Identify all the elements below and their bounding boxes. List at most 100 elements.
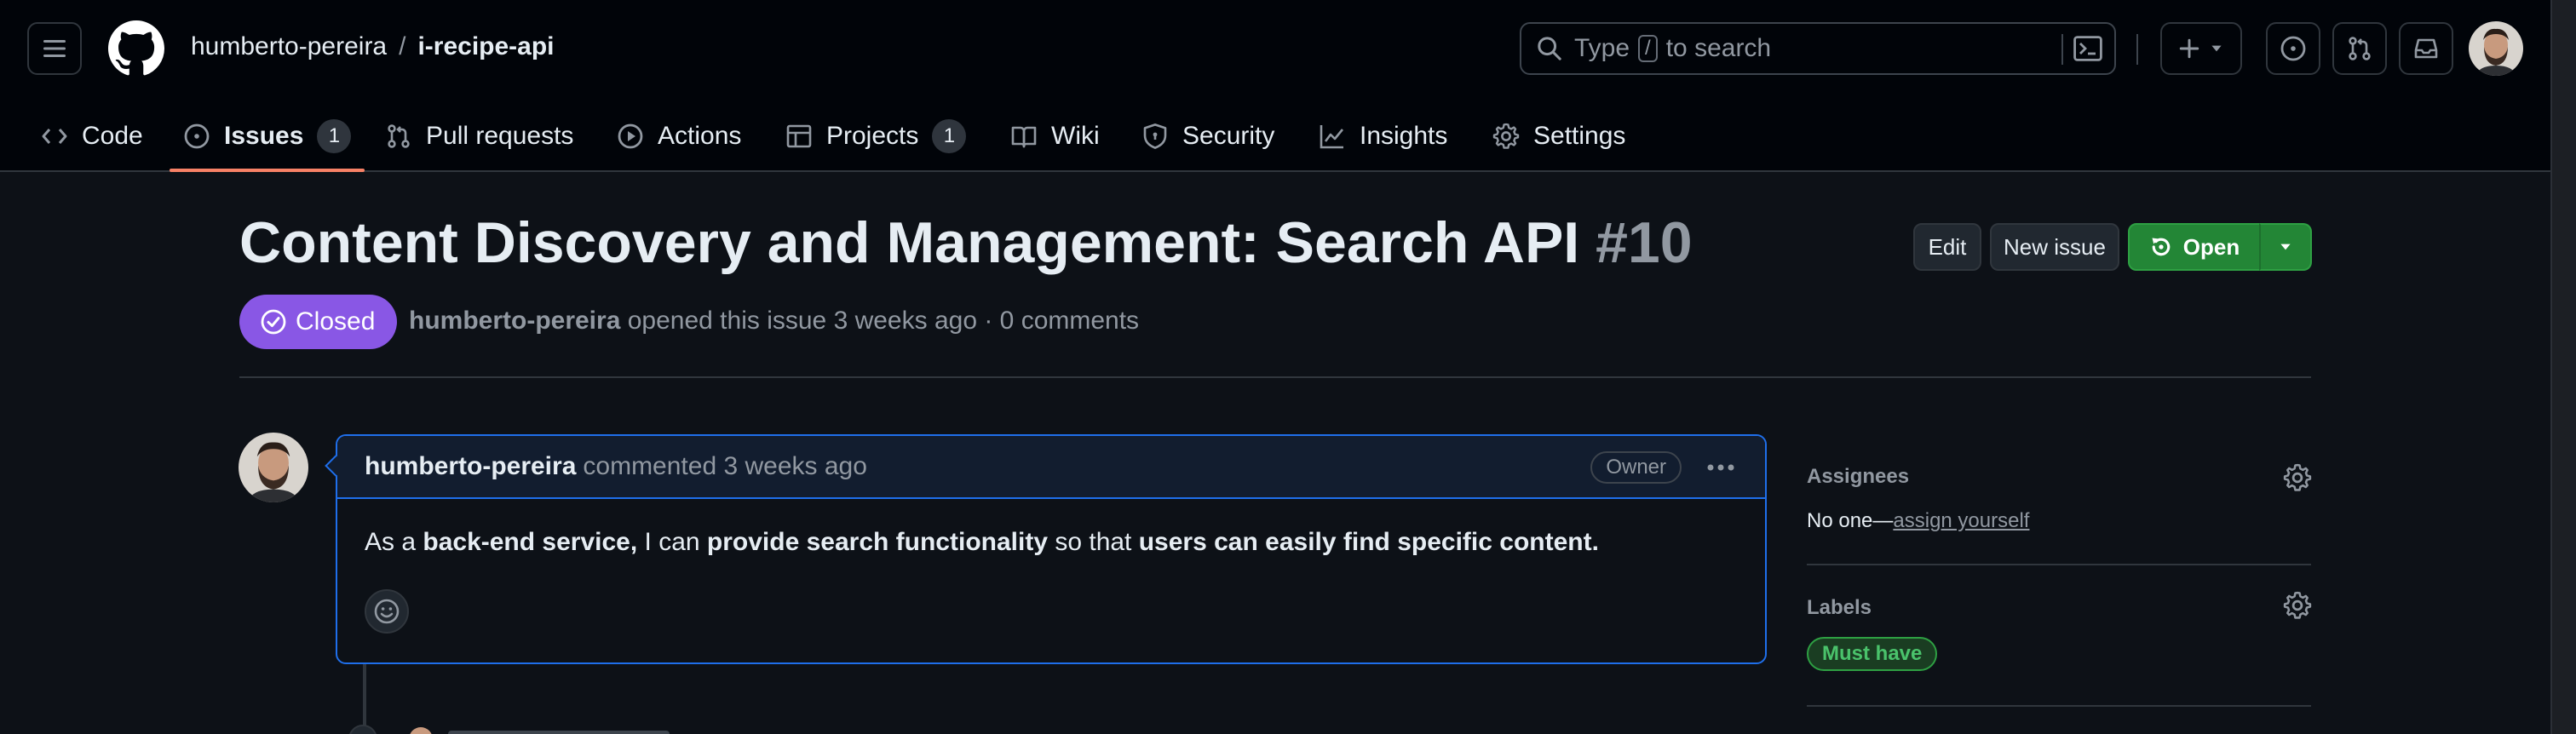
- issue-meta-text: opened this issue 3 weeks ago · 0 commen…: [627, 307, 1140, 335]
- comment-paragraph: As a back-end service, I can provide sea…: [365, 528, 1738, 557]
- top-bar: humberto-pereira / i-recipe-api Type / t…: [0, 0, 2550, 99]
- assignees-value: No one—assign yourself: [1807, 509, 2029, 533]
- tab-wiki[interactable]: Wiki: [1010, 100, 1100, 172]
- tab-security[interactable]: Security: [1141, 100, 1274, 172]
- repo-owner-link[interactable]: humberto-pereira: [191, 32, 387, 61]
- assignees-heading: Assignees: [1807, 465, 1910, 488]
- issue-title-text: Content Discovery and Management: Search…: [239, 210, 1580, 275]
- triangle-down-icon: [2280, 244, 2291, 250]
- tab-code-label: Code: [82, 122, 143, 150]
- search-shortcut-key: /: [1638, 35, 1658, 62]
- header-divider: [239, 376, 2311, 378]
- new-issue-button[interactable]: New issue: [1990, 223, 2119, 271]
- comment-body: As a back-end service, I can provide sea…: [337, 499, 1765, 557]
- triangle-down-icon: [2211, 45, 2222, 52]
- inbox-icon: [2414, 38, 2438, 59]
- comment-author-avatar[interactable]: [239, 433, 308, 502]
- comment-card: humberto-pereira commented 3 weeks ago O…: [336, 434, 1767, 664]
- edit-button[interactable]: Edit: [1913, 223, 1981, 271]
- tab-security-label: Security: [1182, 122, 1275, 150]
- comment-options-button[interactable]: [1704, 451, 1738, 484]
- tab-code[interactable]: Code: [41, 100, 143, 172]
- body-text-1: As a: [365, 528, 423, 556]
- user-avatar[interactable]: [2469, 21, 2523, 76]
- body-text-2: I can: [637, 528, 707, 556]
- body-bold-1: back-end service,: [423, 528, 638, 556]
- search-icon: [1538, 37, 1561, 60]
- shield-icon: [1143, 123, 1167, 149]
- hamburger-icon: [43, 40, 66, 57]
- plus-icon: [2179, 38, 2199, 59]
- tab-wiki-label: Wiki: [1051, 122, 1100, 150]
- breadcrumb: humberto-pereira / i-recipe-api: [191, 32, 555, 61]
- issue-closed-icon: [261, 309, 286, 335]
- git-pull-request-icon: [2349, 37, 2371, 60]
- body-text-3: so that: [1048, 528, 1139, 556]
- body-bold-2: provide search functionality: [706, 528, 1048, 556]
- issue-meta: humberto-pereira opened this issue 3 wee…: [409, 307, 1139, 335]
- issue-author-link[interactable]: humberto-pereira: [409, 307, 620, 335]
- tab-settings[interactable]: Settings: [1492, 100, 1625, 172]
- assign-yourself-link[interactable]: assign yourself: [1893, 509, 2029, 532]
- git-pull-request-icon: [388, 124, 410, 148]
- tab-projects-label: Projects: [826, 122, 919, 150]
- tab-settings-label: Settings: [1533, 122, 1626, 150]
- search-placeholder-prefix: Type: [1574, 34, 1630, 62]
- comment-header: humberto-pereira commented 3 weeks ago O…: [337, 436, 1765, 499]
- comment-author-link[interactable]: humberto-pereira: [365, 452, 576, 481]
- assignees-gear-icon[interactable]: [2283, 463, 2312, 492]
- play-icon: [618, 123, 643, 149]
- label-must-have[interactable]: Must have: [1807, 637, 1938, 671]
- comment-author-avatar-image: [239, 433, 308, 502]
- search-input[interactable]: Type / to search: [1520, 22, 2116, 75]
- breadcrumb-separator: /: [399, 32, 406, 60]
- repo-name-link[interactable]: i-recipe-api: [417, 32, 554, 61]
- issue-opened-icon: [2280, 36, 2306, 61]
- tab-insights-label: Insights: [1360, 122, 1448, 150]
- book-icon: [1011, 126, 1037, 148]
- labels-gear-icon[interactable]: [2283, 591, 2312, 620]
- tab-insights[interactable]: Insights: [1319, 100, 1447, 172]
- command-palette-icon[interactable]: [2073, 36, 2102, 61]
- sidebar-divider: [1807, 564, 2311, 565]
- app-header: humberto-pereira / i-recipe-api Type / t…: [0, 0, 2550, 172]
- comment-timestamp[interactable]: commented 3 weeks ago: [583, 452, 867, 481]
- toolbar-divider: [2136, 34, 2138, 65]
- tab-actions[interactable]: Actions: [617, 100, 741, 172]
- github-logo-icon[interactable]: [108, 20, 164, 77]
- issue-title: Content Discovery and Management: Search…: [239, 209, 1693, 276]
- labels-heading: Labels: [1807, 596, 1872, 619]
- assignees-none-text: No one—: [1807, 509, 1894, 532]
- projects-count-badge: 1: [932, 119, 967, 153]
- tab-issues[interactable]: Issues 1: [169, 100, 365, 172]
- add-reaction-button[interactable]: [365, 589, 409, 634]
- open-button-label: Open: [2182, 233, 2240, 260]
- pull-requests-shortcut-button[interactable]: [2332, 22, 2387, 75]
- inbox-button[interactable]: [2399, 22, 2453, 75]
- table-icon: [786, 124, 812, 148]
- user-avatar-image: [2469, 21, 2523, 76]
- open-button[interactable]: Open: [2128, 223, 2261, 271]
- smiley-icon: [374, 599, 400, 624]
- tab-projects[interactable]: Projects 1: [785, 100, 967, 172]
- open-dropdown-button[interactable]: [2259, 223, 2312, 271]
- search-placeholder-suffix: to search: [1665, 34, 1772, 62]
- repo-nav: Code Issues 1 Pull requests Actions Proj…: [0, 100, 2550, 172]
- tab-pull-requests-label: Pull requests: [426, 122, 574, 150]
- timeline-event-partial: [349, 725, 670, 734]
- search-divider: [2061, 34, 2063, 65]
- issue-reopened-icon: [2152, 238, 2171, 256]
- tab-actions-label: Actions: [658, 122, 742, 150]
- create-new-button[interactable]: [2160, 22, 2242, 75]
- page-scrollbar[interactable]: [2550, 0, 2576, 734]
- issue-opened-icon: [184, 123, 210, 149]
- tab-issues-label: Issues: [224, 122, 304, 150]
- issues-shortcut-button[interactable]: [2266, 22, 2320, 75]
- issue-state-label: Closed: [296, 307, 376, 335]
- issue-number: #10: [1596, 210, 1693, 275]
- gear-icon: [1492, 123, 1520, 149]
- tab-pull-requests[interactable]: Pull requests: [385, 100, 573, 172]
- code-icon: [42, 129, 67, 144]
- graph-icon: [1320, 125, 1344, 149]
- menu-button[interactable]: [27, 22, 82, 75]
